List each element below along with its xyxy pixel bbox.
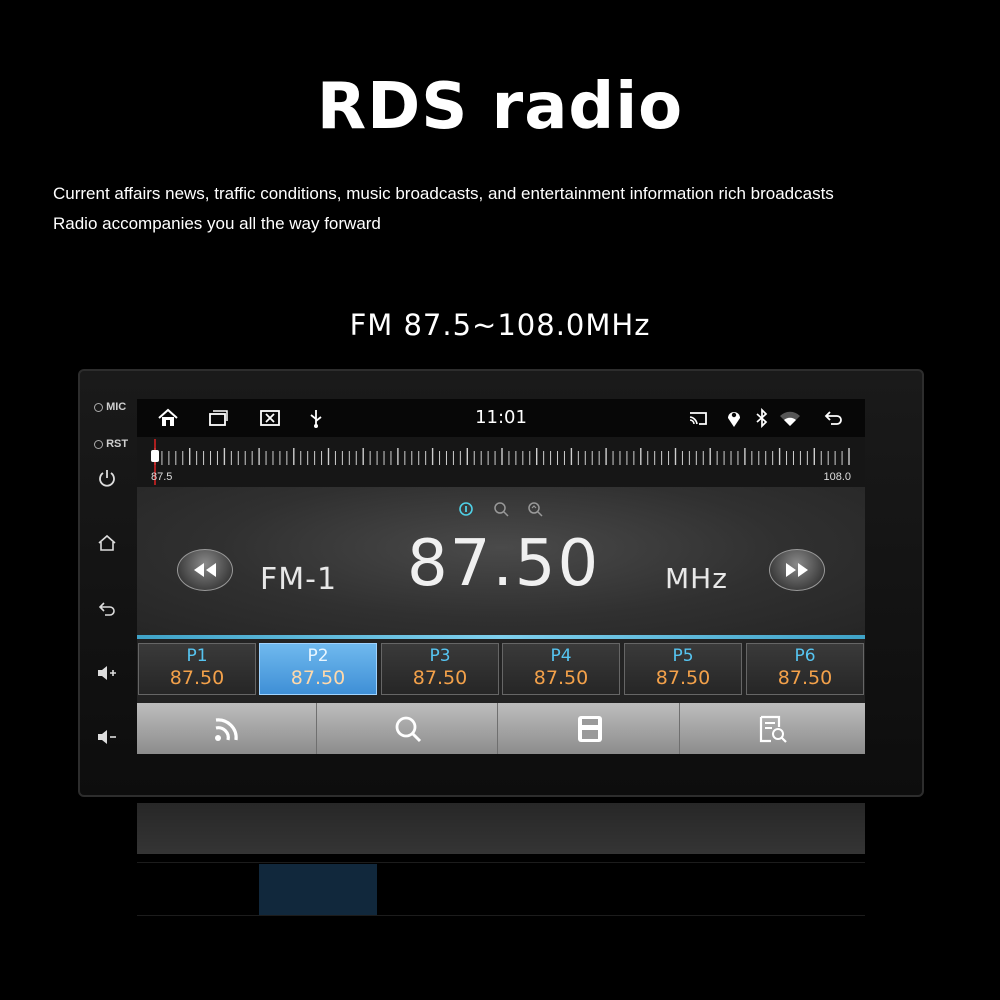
location-icon	[728, 412, 740, 427]
bottom-toolbar	[137, 703, 865, 754]
seek-forward-button[interactable]	[769, 549, 825, 591]
save-button[interactable]	[500, 703, 680, 754]
rds-button[interactable]	[137, 703, 317, 754]
subtitle-line-1: Current affairs news, traffic conditions…	[53, 184, 834, 203]
preset-row: P1 87.50 P2 87.50 P3 87.50 P4 87.50 P5 8…	[137, 643, 865, 697]
volume-down-icon[interactable]	[96, 727, 118, 747]
scan-search-icon[interactable]	[493, 501, 509, 517]
home-side-icon[interactable]	[96, 533, 118, 553]
preset-p2[interactable]: P2 87.50	[259, 643, 377, 695]
power-icon[interactable]	[96, 468, 118, 488]
save-icon	[577, 715, 602, 742]
back-icon[interactable]	[823, 408, 845, 428]
rewind-icon	[194, 563, 216, 577]
tuner-ticks	[151, 439, 850, 485]
frequency-range: FM 87.5~108.0MHz	[349, 308, 651, 342]
preset-p6[interactable]: P6 87.50	[746, 643, 864, 695]
auto-search-icon[interactable]	[527, 501, 543, 517]
mic-label: MIC	[106, 401, 127, 413]
preset-p4[interactable]: P4 87.50	[502, 643, 620, 695]
tuner-max-label: 108.0	[823, 471, 851, 483]
preset-p1[interactable]: P1 87.50	[138, 643, 256, 695]
reset-button[interactable]: RST	[94, 438, 128, 450]
seek-back-button[interactable]	[177, 549, 233, 591]
info-icon[interactable]	[458, 501, 474, 517]
tuner-scale[interactable]: 87.5 108.0	[137, 437, 865, 487]
band-label: FM-1	[260, 562, 338, 597]
mic-hole: MIC	[94, 401, 126, 413]
search-icon	[395, 716, 421, 742]
bluetooth-icon	[756, 408, 768, 428]
page-headline: RDS radio	[316, 70, 684, 144]
cast-icon	[689, 412, 707, 425]
rst-label: RST	[106, 438, 129, 450]
status-bar: 11:01	[137, 399, 865, 437]
frequency-display: FM-1 87.50 MHz	[137, 487, 865, 639]
volume-up-icon[interactable]	[96, 663, 118, 683]
radio-screen: 11:01 87.5 108.0 FM-1 87.50 MHz P1 87.50…	[137, 399, 865, 754]
list-search-icon	[759, 715, 787, 743]
search-button[interactable]	[318, 703, 498, 754]
preset-p5[interactable]: P5 87.50	[624, 643, 742, 695]
frequency-unit: MHz	[665, 562, 728, 595]
fast-forward-icon	[786, 563, 808, 577]
back-side-icon[interactable]	[96, 598, 118, 618]
preset-p3[interactable]: P3 87.50	[381, 643, 499, 695]
tuner-min-label: 87.5	[151, 471, 173, 483]
wifi-icon	[780, 411, 800, 426]
screen-reflection	[137, 800, 865, 1000]
station-list-button[interactable]	[682, 703, 862, 754]
current-frequency: 87.50	[407, 527, 601, 601]
accent-line	[137, 635, 865, 639]
tuner-knob	[151, 450, 159, 462]
rds-icon	[214, 717, 238, 741]
subtitle-line-2: Radio accompanies you all the way forwar…	[53, 214, 381, 233]
